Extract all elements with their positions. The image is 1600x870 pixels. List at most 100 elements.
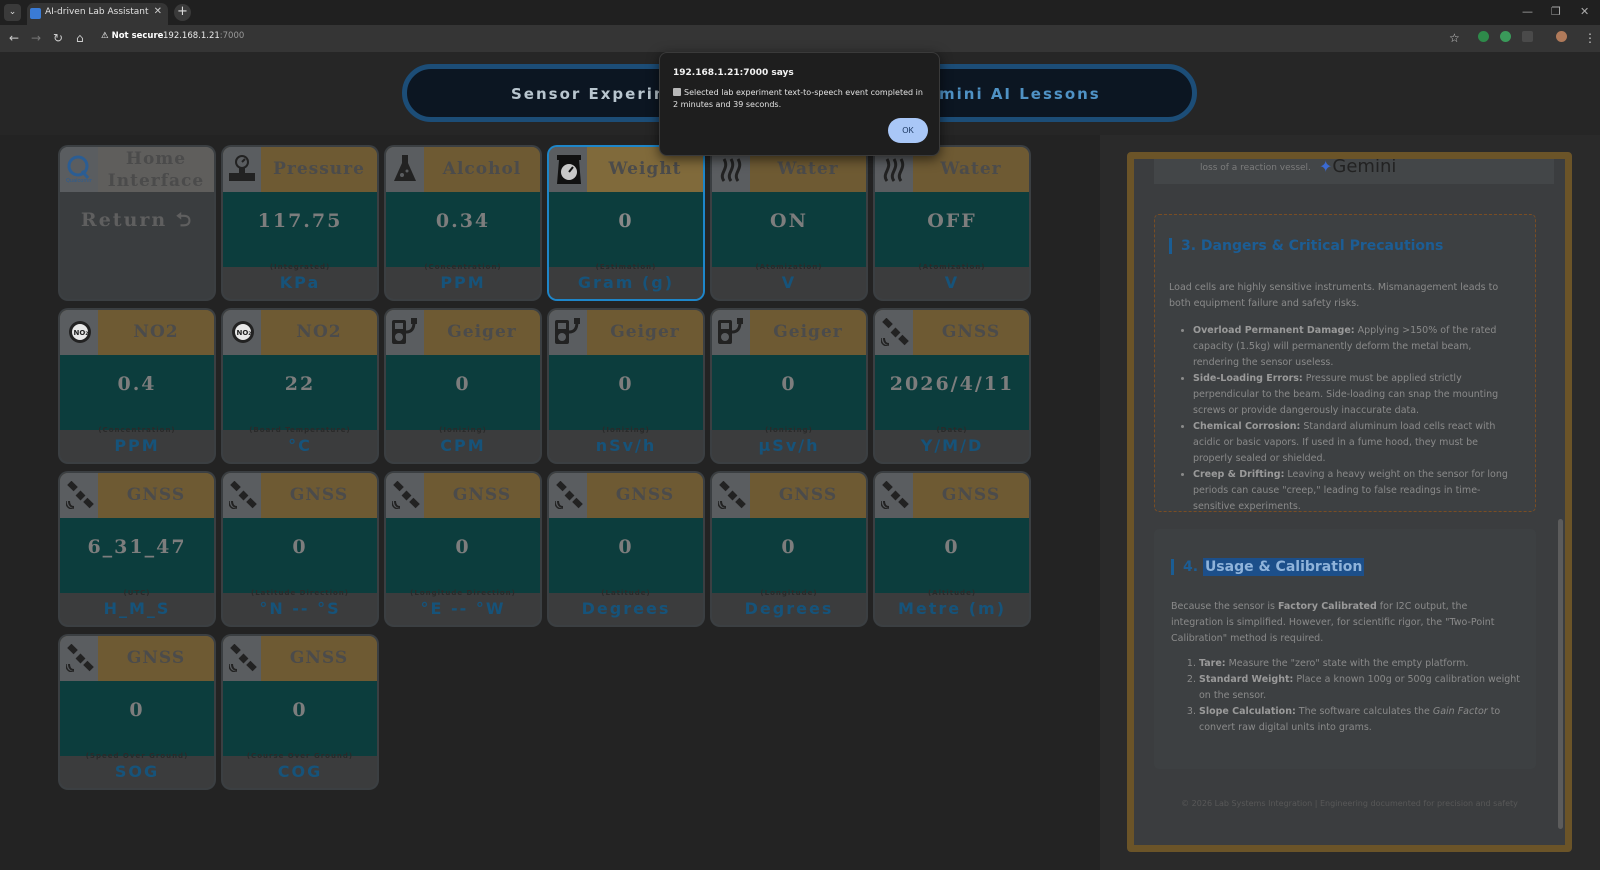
new-tab-button[interactable]: + (174, 4, 191, 21)
url-port: :7000 (219, 31, 245, 41)
card-header: GNSS (60, 636, 214, 681)
card-body: 0 (875, 518, 1029, 593)
home-icon[interactable]: ⌂ (76, 31, 84, 45)
home-interface-card[interactable]: Qualcomm Home Interface Return ⮌ (60, 147, 214, 299)
card-header: GNSS (875, 310, 1029, 355)
sensor-card[interactable]: GNSS 6_31_47 (UTC) H_M_S (60, 473, 214, 625)
extension-shield-icon[interactable] (1478, 31, 1489, 42)
card-unit: Degrees (744, 599, 834, 618)
card-title: Pressure (273, 159, 365, 179)
sensor-card[interactable]: GNSS 0 (Course Over Ground) COG (223, 636, 377, 788)
card-header: GNSS (60, 473, 214, 518)
card-title: GNSS (615, 485, 675, 505)
card-subtitle: (Latitude) (601, 589, 651, 597)
card-title: Geiger (610, 322, 680, 342)
tab-close-icon[interactable]: ✕ (154, 6, 162, 17)
card-footer: (Altitude) Metre (m) (875, 589, 1029, 625)
card-body: 6_31_47 (60, 518, 214, 593)
card-unit: H_M_S (103, 599, 171, 618)
reload-icon[interactable]: ↻ (53, 31, 63, 45)
card-value: 0.34 (435, 210, 491, 232)
sensor-card[interactable]: GNSS 2026/4/11 (Date) Y/M/D (875, 310, 1029, 462)
sensor-card[interactable]: GNSS 0 (Speed Over Ground) SOG (60, 636, 214, 788)
card-header: Geiger (386, 310, 540, 355)
card-value: 0 (781, 536, 797, 558)
return-button[interactable]: Return ⮌ (60, 206, 214, 238)
bookmark-star-icon[interactable]: ☆ (1449, 31, 1460, 45)
card-value: ON (770, 210, 808, 232)
sensor-card[interactable]: GNSS 0 (Latitude Direction) °N -- °S (223, 473, 377, 625)
back-icon[interactable]: ← (9, 31, 19, 45)
message-emoji-icon (673, 88, 681, 96)
sensor-card[interactable]: Pressure 117.75 (Integrated) KPa (223, 147, 377, 299)
card-subtitle: (Longitude) (760, 589, 818, 597)
card-footer: (Speed Over Ground) SOG (60, 752, 214, 788)
satellite-icon (223, 636, 261, 681)
forward-icon[interactable]: → (31, 31, 41, 45)
gemini-ai-lessons-tab[interactable]: mini AI Lessons (939, 85, 1101, 103)
ok-button[interactable]: OK (888, 118, 928, 143)
card-footer: (Concentration) PPM (386, 263, 540, 299)
satellite-icon (549, 473, 587, 518)
sensor-card[interactable]: Alcohol 0.34 (Concentration) PPM (386, 147, 540, 299)
sensor-card[interactable]: GNSS 0 (Altitude) Metre (m) (875, 473, 1029, 625)
sensor-experiments-tab[interactable]: Sensor Experime (511, 85, 684, 103)
card-subtitle: (Board Temperature) (249, 426, 351, 434)
card-header: Geiger (712, 310, 866, 355)
minimize-icon[interactable]: — (1522, 5, 1533, 18)
danger-item-label: Chemical Corrosion: (1193, 421, 1301, 432)
sensor-card[interactable]: Water OFF (Atomization) V (875, 147, 1029, 299)
tab-search-icon[interactable]: ⌄ (4, 4, 21, 21)
danger-item: Side-Loading Errors: Pressure must be ap… (1193, 371, 1519, 419)
card-body: 0 (549, 192, 703, 267)
not-secure-badge[interactable]: ⚠ Not secure (101, 31, 163, 41)
tab-favicon-icon (30, 8, 41, 19)
card-header: NO₂ NO2 (223, 310, 377, 355)
card-value: 22 (284, 373, 316, 395)
calibration-step: Standard Weight: Place a known 100g or 5… (1199, 672, 1521, 704)
card-body: 0 (223, 518, 377, 593)
no2-gear-icon: NO₂ (60, 310, 98, 355)
card-value: 0 (129, 699, 145, 721)
sensor-card[interactable]: Weight 0 (Estimation) Gram (g) (549, 147, 703, 299)
usage-intro: Because the sensor is Factory Calibrated… (1171, 599, 1521, 647)
sensor-card[interactable]: Water ON (Atomization) V (712, 147, 866, 299)
extension-g-icon[interactable] (1500, 31, 1511, 42)
maximize-icon[interactable]: ❐ (1551, 5, 1561, 18)
doc-scrollbar[interactable] (1558, 164, 1563, 844)
dialog-message: Selected lab experiment text-to-speech e… (673, 88, 923, 109)
address-bar[interactable]: 192.168.1.21:7000 (163, 31, 244, 41)
card-header: Qualcomm Home Interface (60, 147, 214, 192)
svg-text:NO₂: NO₂ (237, 329, 252, 337)
card-value: 117.75 (257, 210, 343, 232)
danger-item-label: Side-Loading Errors: (1193, 373, 1303, 384)
sensor-card[interactable]: Geiger 0 (Ionizing) nSv/h (549, 310, 703, 462)
extensions-puzzle-icon[interactable] (1522, 31, 1533, 42)
weight-scale-icon (549, 147, 587, 192)
sensor-card[interactable]: NO₂ NO2 0.4 (Concentration) PPM (60, 310, 214, 462)
browser-menu-icon[interactable]: ⋮ (1584, 31, 1596, 45)
usage-heading: 4. Usage & Calibration (1171, 558, 1365, 576)
card-body: 0 (712, 355, 866, 430)
card-footer: (Longitude Direction) °E -- °W (386, 589, 540, 625)
lesson-document: loss of a reaction vessel. ✦Gemini 3. Da… (1127, 152, 1572, 852)
lesson-panel: loss of a reaction vessel. ✦Gemini 3. Da… (1100, 135, 1600, 870)
card-header: GNSS (712, 473, 866, 518)
doc-scroll-thumb[interactable] (1558, 519, 1563, 829)
card-title: GNSS (289, 485, 349, 505)
not-secure-label: Not secure (111, 31, 164, 41)
browser-tab[interactable]: AI-driven Lab Assistant ✕ (27, 3, 168, 25)
close-window-icon[interactable]: ✕ (1580, 5, 1589, 18)
card-title: GNSS (778, 485, 838, 505)
card-header: Pressure (223, 147, 377, 192)
satellite-icon (60, 636, 98, 681)
profile-avatar[interactable] (1556, 31, 1567, 42)
sensor-card[interactable]: Geiger 0 (Ionizing) CPM (386, 310, 540, 462)
sensor-card[interactable]: GNSS 0 (Latitude) Degrees (549, 473, 703, 625)
sensor-card[interactable]: GNSS 0 (Longitude) Degrees (712, 473, 866, 625)
sensor-card[interactable]: NO₂ NO2 22 (Board Temperature) °C (223, 310, 377, 462)
card-body: 0 (386, 518, 540, 593)
sensor-card[interactable]: Geiger 0 (Ionizing) µSv/h (712, 310, 866, 462)
danger-item: Overload Permanent Damage: Applying >150… (1193, 323, 1519, 371)
sensor-card[interactable]: GNSS 0 (Longitude Direction) °E -- °W (386, 473, 540, 625)
